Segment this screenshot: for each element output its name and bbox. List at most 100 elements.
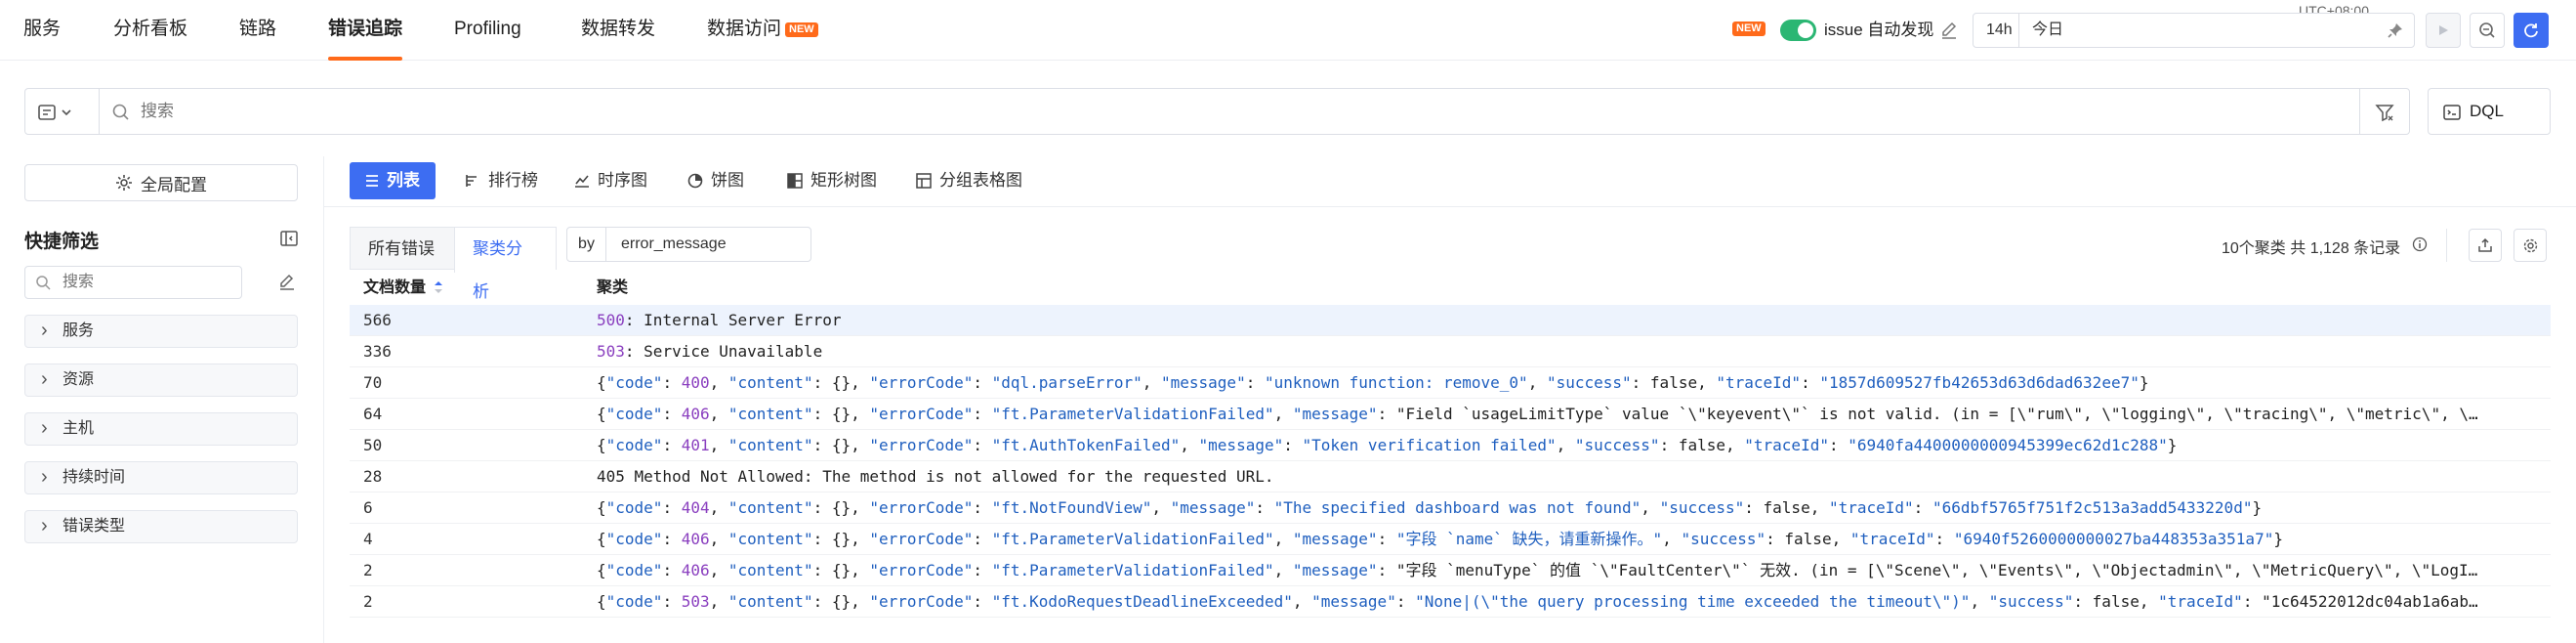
table-row[interactable]: 28 405 Method Not Allowed: The method is … [350,461,2551,493]
cluster-message-cell: {"code": 406, "content": {}, "errorCode"… [597,530,2283,548]
tab-timeseries[interactable]: 时序图 [564,162,657,199]
table-row[interactable]: 2 {"code": 503, "content": {}, "errorCode… [350,586,2551,618]
cluster-by-selector[interactable]: by error_message [566,227,811,262]
time-range-short: 14h [1986,21,2013,38]
doc-count-cell: 50 [363,436,383,454]
facet-resource[interactable]: 资源 [24,364,298,397]
cluster-message-cell: 503: Service Unavailable [597,342,823,361]
cluster-message-cell: 500: Internal Server Error [597,311,842,329]
table-icon [916,173,932,189]
divider [99,89,100,134]
doc-count-cell: 2 [363,592,373,611]
cluster-message-cell: 405 Method Not Allowed: The method is no… [597,467,1274,486]
doc-count-cell: 28 [363,467,383,486]
table-row[interactable]: 70 {"code": 400, "content": {}, "errorCod… [350,367,2551,399]
tab-group-table[interactable]: 分组表格图 [906,162,1032,199]
issue-auto-discovery-toggle[interactable] [1780,20,1816,41]
global-config-label: 全局配置 [141,175,207,194]
table-row[interactable]: 6 {"code": 404, "content": {}, "errorCode… [350,493,2551,524]
export-button[interactable] [2469,229,2502,262]
filter-search-box [24,266,242,299]
time-range-value: 今日 [2032,21,2064,38]
facet-service[interactable]: 服务 [24,315,298,348]
quick-filter-title: 快捷筛选 [24,232,100,252]
treemap-icon [787,173,803,189]
divider [2018,14,2019,47]
doc-count-cell: 64 [363,405,383,423]
tab-timeseries-label: 时序图 [598,171,647,190]
nav-item-data-forwarding[interactable]: 数据转发 [581,0,655,61]
column-header-count[interactable]: 文档数量 [363,275,443,302]
tab-treemap-label: 矩形树图 [810,171,877,190]
filter-search-input[interactable] [62,272,229,293]
ranking-icon [466,175,477,187]
facet-duration[interactable]: 持续时间 [24,461,298,494]
nav-item-error-tracking[interactable]: 错误追踪 [328,0,403,61]
search-input[interactable] [141,97,2289,126]
nav-item-services[interactable]: 服务 [23,0,61,61]
nav-item-data-access[interactable]: 数据访问 NEW [707,0,818,61]
mode-all-errors[interactable]: 所有错误 [351,228,452,271]
table-row[interactable]: 50 {"code": 401, "content": {}, "errorCod… [350,430,2551,461]
collapse-sidebar-icon[interactable] [279,229,299,253]
doc-count-cell: 336 [363,342,392,361]
filter-settings-icon[interactable] [2374,102,2395,128]
search-bar [24,88,2410,135]
zoom-out-button[interactable] [2470,13,2505,48]
doc-count-cell: 4 [363,530,373,548]
facet-error-type[interactable]: 错误类型 [24,510,298,543]
zoom-out-icon [2479,22,2495,38]
nav-item-profiling[interactable]: Profiling [454,0,521,61]
cluster-message-cell: {"code": 404, "content": {}, "errorCode"… [597,498,2263,517]
mode-cluster-analysis[interactable]: 聚类分析 [454,228,556,301]
edit-icon[interactable] [1939,20,1959,41]
search-icon [36,276,51,290]
cluster-message-cell: {"code": 406, "content": {}, "errorCode"… [597,561,2478,579]
table-row[interactable]: 566 500: Internal Server Error [350,305,2551,336]
divider [2446,229,2447,262]
sidebar: 全局配置 快捷筛选 服务 资源 主机 持续时间 错误类型 [0,156,324,643]
search-icon [111,103,131,127]
info-icon [2412,236,2428,257]
source-selector[interactable] [37,101,80,124]
tab-ranking[interactable]: 排行榜 [455,162,548,199]
tab-list[interactable]: 列表 [350,162,436,199]
time-range-picker[interactable]: 14h 今日 [1973,13,2415,48]
table-row[interactable]: 64 {"code": 406, "content": {}, "errorCod… [350,399,2551,430]
pin-icon[interactable] [2387,21,2404,39]
view-toolbar: 列表 排行榜 时序图 饼图 矩形树图 分组表格图 [324,156,2576,207]
cluster-message-cell: {"code": 406, "content": {}, "errorCode"… [597,405,2478,423]
refresh-button[interactable] [2514,13,2549,48]
table-row[interactable]: 4 {"code": 406, "content": {}, "errorCode… [350,524,2551,555]
table-row[interactable]: 336 503: Service Unavailable [350,336,2551,367]
refresh-icon [2524,23,2538,38]
global-config-button[interactable]: 全局配置 [24,164,298,201]
nav-item-dashboards[interactable]: 分析看板 [113,0,187,61]
nav-item-data-access-label: 数据访问 [707,19,782,39]
edit-filter-icon[interactable] [277,272,297,296]
chevron-down-icon [62,109,71,116]
cluster-summary: 10个聚类 共 1,128 条记录 [2222,240,2401,257]
dql-label: DQL [2470,102,2504,120]
nav-item-traces[interactable]: 链路 [239,0,276,61]
cluster-message-cell: {"code": 400, "content": {}, "errorCode"… [597,373,2149,392]
doc-count-cell: 70 [363,373,383,392]
dql-button[interactable]: DQL [2428,88,2551,135]
table-row[interactable]: 2 {"code": 406, "content": {}, "errorCode… [350,555,2551,586]
issue-new-badge: NEW [1732,21,1766,36]
timeseries-icon [575,175,589,188]
doc-count-cell: 566 [363,311,392,329]
facet-host[interactable]: 主机 [24,412,298,446]
index-icon [38,105,56,120]
play-button[interactable] [2426,13,2461,48]
gear-icon [2523,238,2537,252]
analysis-mode-switch: 所有错误 聚类分析 [350,227,557,301]
dql-icon [2443,105,2461,120]
tab-treemap[interactable]: 矩形树图 [777,162,887,199]
top-nav: 服务 分析看板 链路 错误追踪 Profiling 数据转发 数据访问 NEW U… [0,0,2576,61]
tab-ranking-label: 排行榜 [488,171,538,190]
cluster-message-cell: {"code": 503, "content": {}, "errorCode"… [597,592,2478,611]
tab-pie[interactable]: 饼图 [678,162,754,199]
play-icon [2439,25,2448,35]
table-settings-button[interactable] [2514,229,2547,262]
